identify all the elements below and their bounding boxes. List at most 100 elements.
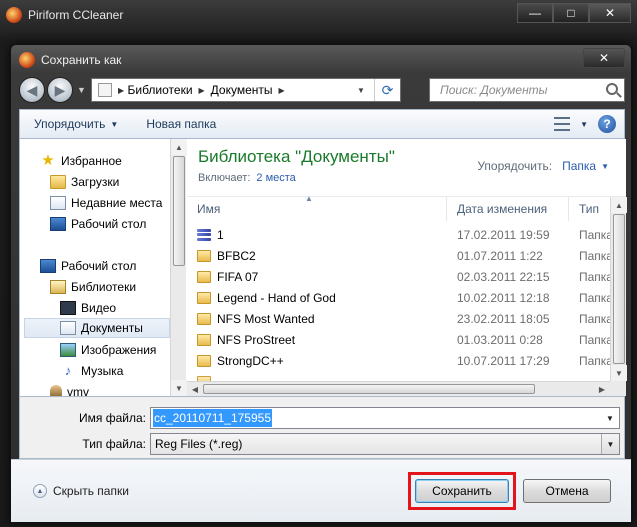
nav-desktop-fav[interactable]: Рабочий стол <box>50 214 170 234</box>
nav-label: Видео <box>81 301 117 315</box>
search-box[interactable] <box>429 78 625 102</box>
nav-scroll-thumb[interactable] <box>173 156 185 266</box>
view-dropdown-icon[interactable]: ▼ <box>580 120 588 129</box>
file-row[interactable]: StrongDC++ 10.07.2011 17:29 Папка <box>187 350 610 371</box>
minimize-button[interactable]: — <box>517 3 553 23</box>
folder-icon <box>197 270 211 283</box>
scroll-left-icon[interactable]: ◀ <box>187 382 203 396</box>
nav-label: Рабочий стол <box>61 259 137 273</box>
arrange-value: Папка <box>562 159 597 173</box>
file-view: Библиотека "Документы" Включает: 2 места… <box>187 139 627 396</box>
nav-video[interactable]: Видео <box>60 298 170 318</box>
breadcrumb-libraries[interactable]: Библиотеки ▶ <box>128 83 205 97</box>
nav-pictures[interactable]: Изображения <box>60 340 170 360</box>
file-type: Папка <box>579 290 610 305</box>
scroll-down-icon[interactable]: ▼ <box>611 365 627 381</box>
breadcrumb-arrow-icon[interactable]: ▶ <box>199 86 205 95</box>
video-icon <box>60 301 76 315</box>
hide-folders-toggle[interactable]: ▲ Скрыть папки <box>33 484 129 498</box>
scroll-up-icon[interactable]: ▲ <box>171 139 187 155</box>
file-type-dropdown-icon[interactable]: ▼ <box>601 434 619 454</box>
organize-menu[interactable]: Упорядочить ▼ <box>20 117 132 131</box>
arrange-dropdown[interactable]: Папка ▼ <box>562 159 609 173</box>
refresh-icon[interactable]: ⟳ <box>374 79 400 101</box>
dialog-title: Сохранить как <box>41 53 122 67</box>
library-title: Библиотека "Документы" <box>198 147 395 166</box>
column-name[interactable]: ▲ Имя <box>187 194 447 221</box>
scroll-up-icon[interactable]: ▲ <box>611 197 627 213</box>
maximize-button[interactable]: □ <box>553 3 589 23</box>
view-options-icon[interactable] <box>554 117 571 131</box>
history-dropdown-icon[interactable]: ▼ <box>77 85 86 95</box>
column-date-label: Дата изменения <box>457 202 548 216</box>
cancel-button[interactable]: Отмена <box>523 479 611 503</box>
search-icon[interactable] <box>606 83 618 95</box>
scroll-right-icon[interactable]: ▶ <box>594 382 610 396</box>
scroll-down-icon[interactable]: ▼ <box>171 380 187 396</box>
column-type[interactable]: Тип <box>569 197 610 221</box>
file-name-input[interactable]: cc_20110711_175955 <box>153 409 272 427</box>
forward-button[interactable]: ▶ <box>47 77 73 103</box>
new-folder-button[interactable]: Новая папка <box>132 117 230 131</box>
file-date: 01.03.2011 0:28 <box>457 332 543 347</box>
ccleaner-close-button[interactable]: ✕ <box>589 3 631 23</box>
file-row[interactable]: BFBC2 01.07.2011 1:22 Папка <box>187 245 610 266</box>
nav-libraries[interactable]: Библиотеки <box>50 277 170 297</box>
pictures-icon <box>60 343 76 357</box>
nav-label: Загрузки <box>71 175 120 189</box>
file-type: Папка <box>579 227 610 242</box>
file-name-dropdown-icon[interactable]: ▼ <box>601 408 619 428</box>
nav-user-vmv[interactable]: vmv <box>50 382 170 396</box>
address-dropdown-icon[interactable]: ▼ <box>352 79 370 101</box>
folder-icon <box>197 291 211 304</box>
breadcrumb-documents[interactable]: Документы ▶ <box>211 83 285 97</box>
nav-scrollbar[interactable]: ▲ ▼ <box>170 139 187 396</box>
file-list-scrollbar[interactable]: ▲ ▼ <box>610 197 627 381</box>
nav-recent-places[interactable]: Недавние места <box>50 193 170 213</box>
breadcrumb-arrow-icon[interactable]: ▶ <box>118 86 124 95</box>
column-date[interactable]: Дата изменения <box>447 197 569 221</box>
nav-favorites[interactable]: ★ Избранное <box>40 151 170 171</box>
nav-documents[interactable]: Документы <box>24 318 170 338</box>
help-icon[interactable]: ? <box>598 115 616 133</box>
documents-icon <box>60 321 76 335</box>
address-bar[interactable]: ▶ Библиотеки ▶ Документы ▶ ▼ ⟳ <box>91 78 401 102</box>
scroll-corner <box>610 381 626 396</box>
file-row[interactable]: FIFA 07 02.03.2011 22:15 Папка <box>187 266 610 287</box>
includes-locations-link[interactable]: 2 места <box>256 172 295 184</box>
back-button[interactable]: ◀ <box>19 77 45 103</box>
file-name: NFS ProStreet <box>217 332 296 347</box>
column-name-label: Имя <box>197 202 221 216</box>
nav-downloads[interactable]: Загрузки <box>50 172 170 192</box>
search-input[interactable] <box>438 82 598 98</box>
breadcrumb-arrow-icon[interactable]: ▶ <box>279 86 285 95</box>
nav-desktop[interactable]: Рабочий стол <box>40 256 170 276</box>
save-as-dialog: Сохранить как ✕ ◀ ▶ ▼ ▶ Библиотеки ▶ Док… <box>10 44 632 522</box>
ccleaner-logo-icon <box>6 7 22 23</box>
file-name-box[interactable]: cc_20110711_175955 ▼ <box>150 407 620 429</box>
file-fields: Имя файла: cc_20110711_175955 ▼ Тип файл… <box>19 397 625 459</box>
file-row[interactable]: 1 17.02.2011 19:59 Папка <box>187 224 610 245</box>
nav-music[interactable]: ♪ Музыка <box>60 361 170 381</box>
file-type-select[interactable]: Reg Files (*.reg) ▼ <box>150 433 620 455</box>
file-type-value: Reg Files (*.reg) <box>155 437 243 451</box>
file-row[interactable]: NFS Most Wanted 23.02.2011 18:05 Папка <box>187 308 610 329</box>
arrange-label: Упорядочить: <box>477 159 553 173</box>
file-name: StrongDC++ <box>217 353 284 368</box>
dialog-titlebar: Сохранить как <box>19 51 121 69</box>
dialog-close-button[interactable]: ✕ <box>583 48 625 68</box>
file-scroll-thumb[interactable] <box>613 214 625 364</box>
breadcrumb-label: Библиотеки <box>127 83 193 97</box>
horizontal-scroll-thumb[interactable] <box>203 384 535 394</box>
file-row[interactable]: NFS ProStreet 01.03.2011 0:28 Папка <box>187 329 610 350</box>
file-list: 1 17.02.2011 19:59 Папка BFBC2 01.07.201… <box>187 221 610 381</box>
horizontal-scrollbar[interactable]: ◀ ▶ <box>187 381 610 396</box>
sort-ascending-icon: ▲ <box>305 194 313 203</box>
file-row[interactable]: Legend - Hand of God 10.02.2011 12:18 Па… <box>187 287 610 308</box>
libraries-icon <box>50 280 66 294</box>
file-row-partial[interactable] <box>187 371 610 381</box>
nav-label: Документы <box>81 321 143 335</box>
save-button[interactable]: Сохранить <box>415 479 509 503</box>
dialog-footer: ▲ Скрыть папки Сохранить Отмена <box>11 459 631 522</box>
navigation-pane: ★ Избранное Загрузки Недавние места Рабо… <box>20 139 170 396</box>
